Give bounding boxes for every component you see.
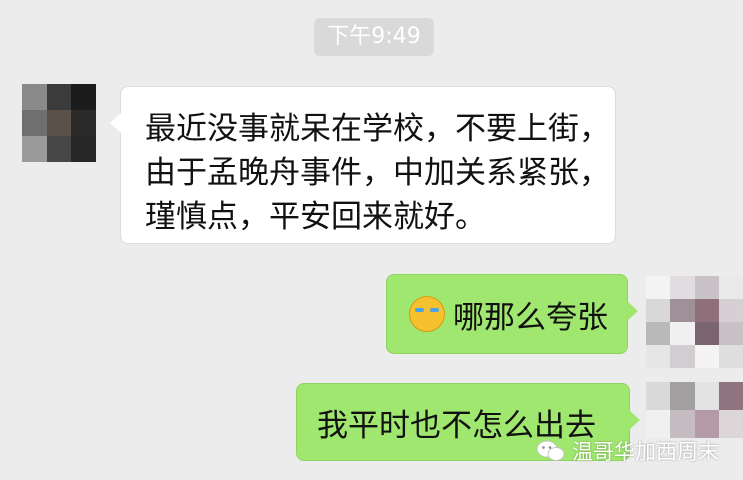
self-avatar[interactable] <box>646 382 743 438</box>
incoming-message-bubble[interactable]: 最近没事就呆在学校，不要上街，由于孟晚舟事件，中加关系紧张，瑾慎点，平安回来就好… <box>110 86 616 244</box>
outgoing-message-text: 哪那么夸张 <box>453 299 608 336</box>
contact-avatar[interactable] <box>22 84 96 162</box>
watermark: 温哥华加西周末 <box>536 436 719 466</box>
self-avatar[interactable] <box>646 276 743 368</box>
incoming-message-text: 最近没事就呆在学校，不要上街，由于孟晚舟事件，中加关系紧张，瑾慎点，平安回来就好… <box>145 111 610 235</box>
wechat-icon <box>536 439 566 463</box>
message-timestamp: 下午9:49 <box>314 18 434 56</box>
watermark-text: 温哥华加西周末 <box>572 440 719 464</box>
outgoing-message-bubble[interactable]: 哪那么夸张 <box>386 274 638 354</box>
crying-laughing-emoji-icon <box>409 296 445 332</box>
